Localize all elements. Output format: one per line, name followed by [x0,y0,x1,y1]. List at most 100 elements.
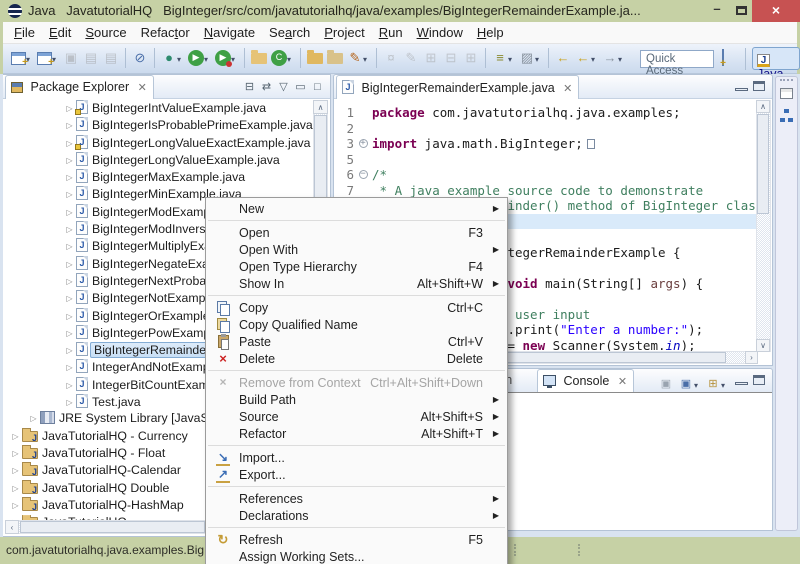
print-all-button[interactable]: ▤ [102,48,120,70]
menu-item-source[interactable]: SourceAlt+Shift+S▶ [206,408,507,425]
menu-navigate[interactable]: Navigate [197,22,262,42]
open-perspective-button[interactable]: + [722,50,724,65]
menu-item-refactor[interactable]: RefactorAlt+Shift+T▶ [206,425,507,442]
editor-vertical-scrollbar[interactable]: ∧ ∨ [756,100,771,352]
coverage-brush-button[interactable]: ✎▾ [346,48,371,70]
menu-item-open-type-hierarchy[interactable]: Open Type HierarchyF4 [206,258,507,275]
menu-item-paste[interactable]: PasteCtrl+V [206,333,507,350]
tree-item[interactable]: ▷BigIntegerIsProbablePrimeExample.java [3,117,313,134]
maximize-view-icon[interactable]: □ [309,79,326,95]
quick-access-input[interactable]: Quick Access [640,50,714,68]
new-class-button[interactable]: C▾ [270,48,295,70]
scroll-down-icon[interactable]: ∨ [756,339,770,352]
scroll-up-icon[interactable]: ∧ [313,100,328,114]
expand-arrow-icon[interactable]: ▷ [63,173,76,182]
expand-arrow-icon[interactable]: ▷ [63,208,76,217]
new-java-element-button[interactable]: +▾ [36,48,60,70]
external-tools-button[interactable]: ▶▾ [214,48,239,70]
maximize-editor-icon[interactable] [753,81,766,92]
expand-arrow-icon[interactable]: ▷ [63,121,76,130]
dropdown-caret-icon[interactable]: ▾ [231,55,238,64]
menu-item-references[interactable]: References▶ [206,490,507,507]
menu-item-assign-working-sets[interactable]: Assign Working Sets... [206,548,507,564]
dropdown-caret-icon[interactable]: ▾ [363,55,370,64]
minimize-button[interactable]: – [704,0,730,22]
menu-window[interactable]: Window [410,22,470,42]
tree-item[interactable]: ▷BigIntegerMaxExample.java [3,169,313,186]
expand-arrow-icon[interactable]: ▷ [63,277,76,286]
new-wizard-button[interactable]: +▾ [10,48,34,70]
menu-item-delete[interactable]: ×DeleteDelete [206,350,507,367]
menu-edit[interactable]: Edit [42,22,78,42]
expand-arrow-icon[interactable]: ▷ [63,398,76,407]
minimize-console-icon[interactable] [735,375,748,386]
expand-arrow-icon[interactable]: ▷ [9,484,22,493]
menu-project[interactable]: Project [317,22,371,42]
restore-outline-icon[interactable] [780,88,793,99]
close-tab-icon[interactable]: ✕ [138,82,147,94]
menu-item-show-in[interactable]: Show InAlt+Shift+W▶ [206,275,507,292]
expand-arrow-icon[interactable]: ▷ [63,363,76,372]
close-tab-icon[interactable]: ✕ [618,376,627,388]
forward-button[interactable]: →▾ [601,48,626,70]
menu-item-copy-qualified-name[interactable]: Copy Qualified Name [206,316,507,333]
new-java-project-button[interactable] [250,48,268,70]
menu-file[interactable]: File [7,22,42,42]
dropdown-caret-icon[interactable]: ▾ [508,55,515,64]
annotations-button[interactable]: ▨▾ [518,48,543,70]
menu-item-export[interactable]: ↗Export... [206,466,507,483]
print-button[interactable]: ▤ [82,48,100,70]
menu-item-remove-from-context[interactable]: ×Remove from ContextCtrl+Alt+Shift+Down [206,374,507,391]
menu-item-declarations[interactable]: Declarations▶ [206,507,507,524]
restore-hierarchy-icon[interactable] [780,109,793,122]
tab-console[interactable]: Console ✕ [537,369,634,393]
tab-editor-file[interactable]: BigIntegerRemainderExample.java ✕ [336,75,579,99]
menu-item-build-path[interactable]: Build Path▶ [206,391,507,408]
menu-item-new[interactable]: New▶ [206,200,507,217]
expand-arrow-icon[interactable]: ▷ [63,312,76,321]
brush-button[interactable]: ✎ [402,48,420,70]
expand-arrow-icon[interactable]: ▷ [9,501,22,510]
view-menu-icon[interactable]: ▽ [275,79,292,95]
tree-item[interactable]: ▷BigIntegerLongValueExactExample.java [3,135,313,152]
maximize-console-icon[interactable] [753,375,766,386]
close-button[interactable]: × [752,0,800,22]
expand-arrow-icon[interactable]: ▷ [63,294,76,303]
dropdown-caret-icon[interactable]: ▾ [535,55,542,64]
dropdown-caret-icon[interactable]: ▾ [618,55,625,64]
debug-button[interactable]: ●▾ [160,48,185,70]
skip-breakpoints-button[interactable]: ⊘ [131,48,149,70]
java-perspective-button[interactable]: JJava [752,47,800,70]
menu-item-copy[interactable]: CopyCtrl+C [206,299,507,316]
minimize-editor-icon[interactable] [735,81,748,92]
dropdown-caret-icon[interactable]: ▾ [204,55,211,64]
expand-arrow-icon[interactable]: ▷ [9,432,22,441]
maximize-button[interactable] [730,0,754,22]
frame-button[interactable]: ⊞ [462,48,480,70]
dropdown-caret-icon[interactable]: ▾ [287,55,294,64]
save-button[interactable]: ▣ [62,48,80,70]
dropdown-caret-icon[interactable]: ▾ [177,55,184,64]
fold-toggle-icon[interactable]: − [356,167,370,183]
connect-button[interactable]: ¤ [382,48,400,70]
expand-arrow-icon[interactable]: ▷ [9,466,22,475]
back-button[interactable]: ←▾ [574,48,599,70]
expand-arrow-icon[interactable]: ▷ [63,190,76,199]
menu-help[interactable]: Help [470,22,511,42]
open-jar-button[interactable] [306,48,324,70]
menu-item-open[interactable]: OpenF3 [206,224,507,241]
menu-refactor[interactable]: Refactor [134,22,197,42]
dropdown-caret-icon[interactable]: ▾ [694,381,701,390]
tree-item[interactable]: ▷BigIntegerIntValueExample.java [3,100,313,117]
menu-source[interactable]: Source [78,22,133,42]
expand-arrow-icon[interactable]: ▷ [63,225,76,234]
tree-item[interactable]: ▷BigIntegerLongValueExample.java [3,152,313,169]
expand-arrow-icon[interactable]: ▷ [63,329,76,338]
close-tab-icon[interactable]: ✕ [563,83,572,95]
mark-occurrences-button[interactable]: ≡▾ [491,48,516,70]
expand-arrow-icon[interactable]: ▷ [63,346,76,355]
menu-item-refresh[interactable]: ↻RefreshF5 [206,531,507,548]
grid-button[interactable]: ⊟ [442,48,460,70]
scroll-left-icon[interactable]: ‹ [5,520,19,534]
expand-arrow-icon[interactable]: ▷ [27,414,40,423]
